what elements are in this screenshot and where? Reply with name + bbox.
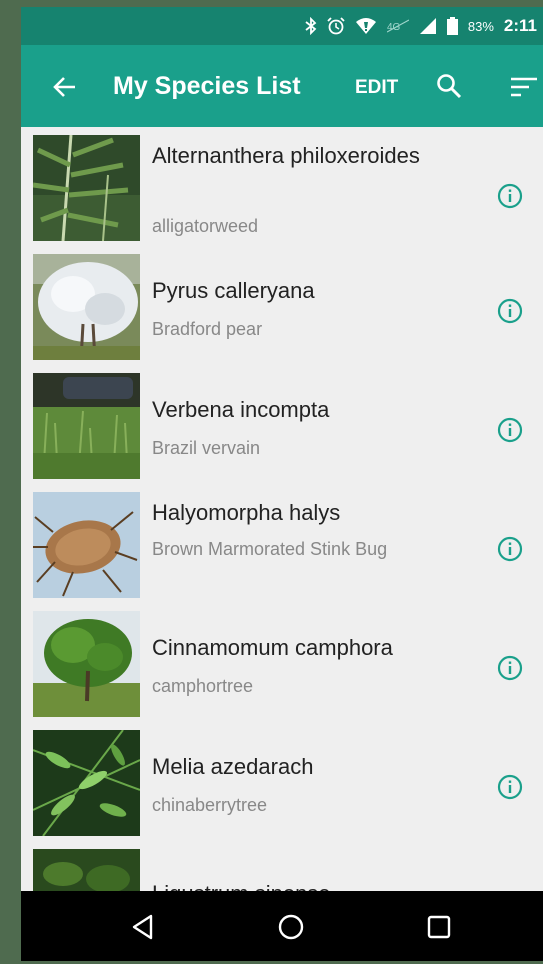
recents-square-icon[interactable] <box>425 913 453 941</box>
page-title: My Species List <box>113 72 301 100</box>
system-nav-bar <box>21 891 543 961</box>
common-name: alligatorweed <box>152 216 259 236</box>
edit-button[interactable]: EDIT <box>355 77 398 99</box>
phone-screen: 4G 83% 2:11 My Species List EDIT Alterna… <box>21 7 543 961</box>
scientific-name: Pyrus calleryana <box>152 278 315 303</box>
common-name: Bradford pear <box>152 319 263 339</box>
list-item[interactable]: Verbena incompta Brazil vervain <box>21 365 543 484</box>
no-data-icon: 4G <box>386 19 409 33</box>
info-icon[interactable] <box>497 774 523 800</box>
clock: 2:11 <box>503 16 537 35</box>
alarm-icon <box>327 17 345 35</box>
common-name: Brown Marmorated Stink Bug <box>152 539 388 559</box>
signal-icon <box>419 17 437 35</box>
species-thumbnail <box>33 730 140 836</box>
search-icon[interactable] <box>436 73 462 99</box>
app-bar: My Species List EDIT <box>21 45 543 127</box>
bluetooth-icon <box>305 17 317 35</box>
species-list: Alternanthera philoxeroides alligatorwee… <box>21 127 543 899</box>
status-bar: 4G 83% 2:11 <box>21 7 543 45</box>
back-triangle-icon[interactable] <box>129 913 157 941</box>
back-arrow-icon[interactable] <box>51 73 79 101</box>
common-name: chinaberrytree <box>152 795 268 815</box>
info-icon[interactable] <box>497 298 523 324</box>
home-circle-icon[interactable] <box>277 913 305 941</box>
scientific-name: Cinnamomum camphora <box>152 635 393 660</box>
sort-icon[interactable] <box>509 75 539 99</box>
species-thumbnail <box>33 611 140 717</box>
scientific-name: Alternanthera philoxeroides <box>152 143 420 168</box>
battery-icon <box>446 17 458 35</box>
scientific-name: Melia azedarach <box>152 754 314 779</box>
info-icon[interactable] <box>497 655 523 681</box>
list-item[interactable]: Halyomorpha halys Brown Marmorated Stink… <box>21 484 543 603</box>
species-thumbnail <box>33 254 140 360</box>
list-item[interactable]: Pyrus calleryana Bradford pear <box>21 246 543 365</box>
wifi-icon <box>355 17 377 35</box>
scientific-name: Halyomorpha halys <box>152 500 341 525</box>
common-name: Brazil vervain <box>152 438 261 458</box>
species-thumbnail <box>33 373 140 479</box>
common-name: camphortree <box>152 676 254 696</box>
list-item[interactable]: Cinnamomum camphora camphortree <box>21 603 543 722</box>
list-item[interactable]: Melia azedarach chinaberrytree <box>21 722 543 841</box>
info-icon[interactable] <box>497 536 523 562</box>
species-thumbnail <box>33 492 140 598</box>
scientific-name: Verbena incompta <box>152 397 330 422</box>
battery-percent: 83% <box>467 18 494 34</box>
info-icon[interactable] <box>497 417 523 443</box>
list-item[interactable]: Alternanthera philoxeroides alligatorwee… <box>21 127 543 246</box>
info-icon[interactable] <box>497 183 523 209</box>
species-thumbnail <box>33 135 140 241</box>
